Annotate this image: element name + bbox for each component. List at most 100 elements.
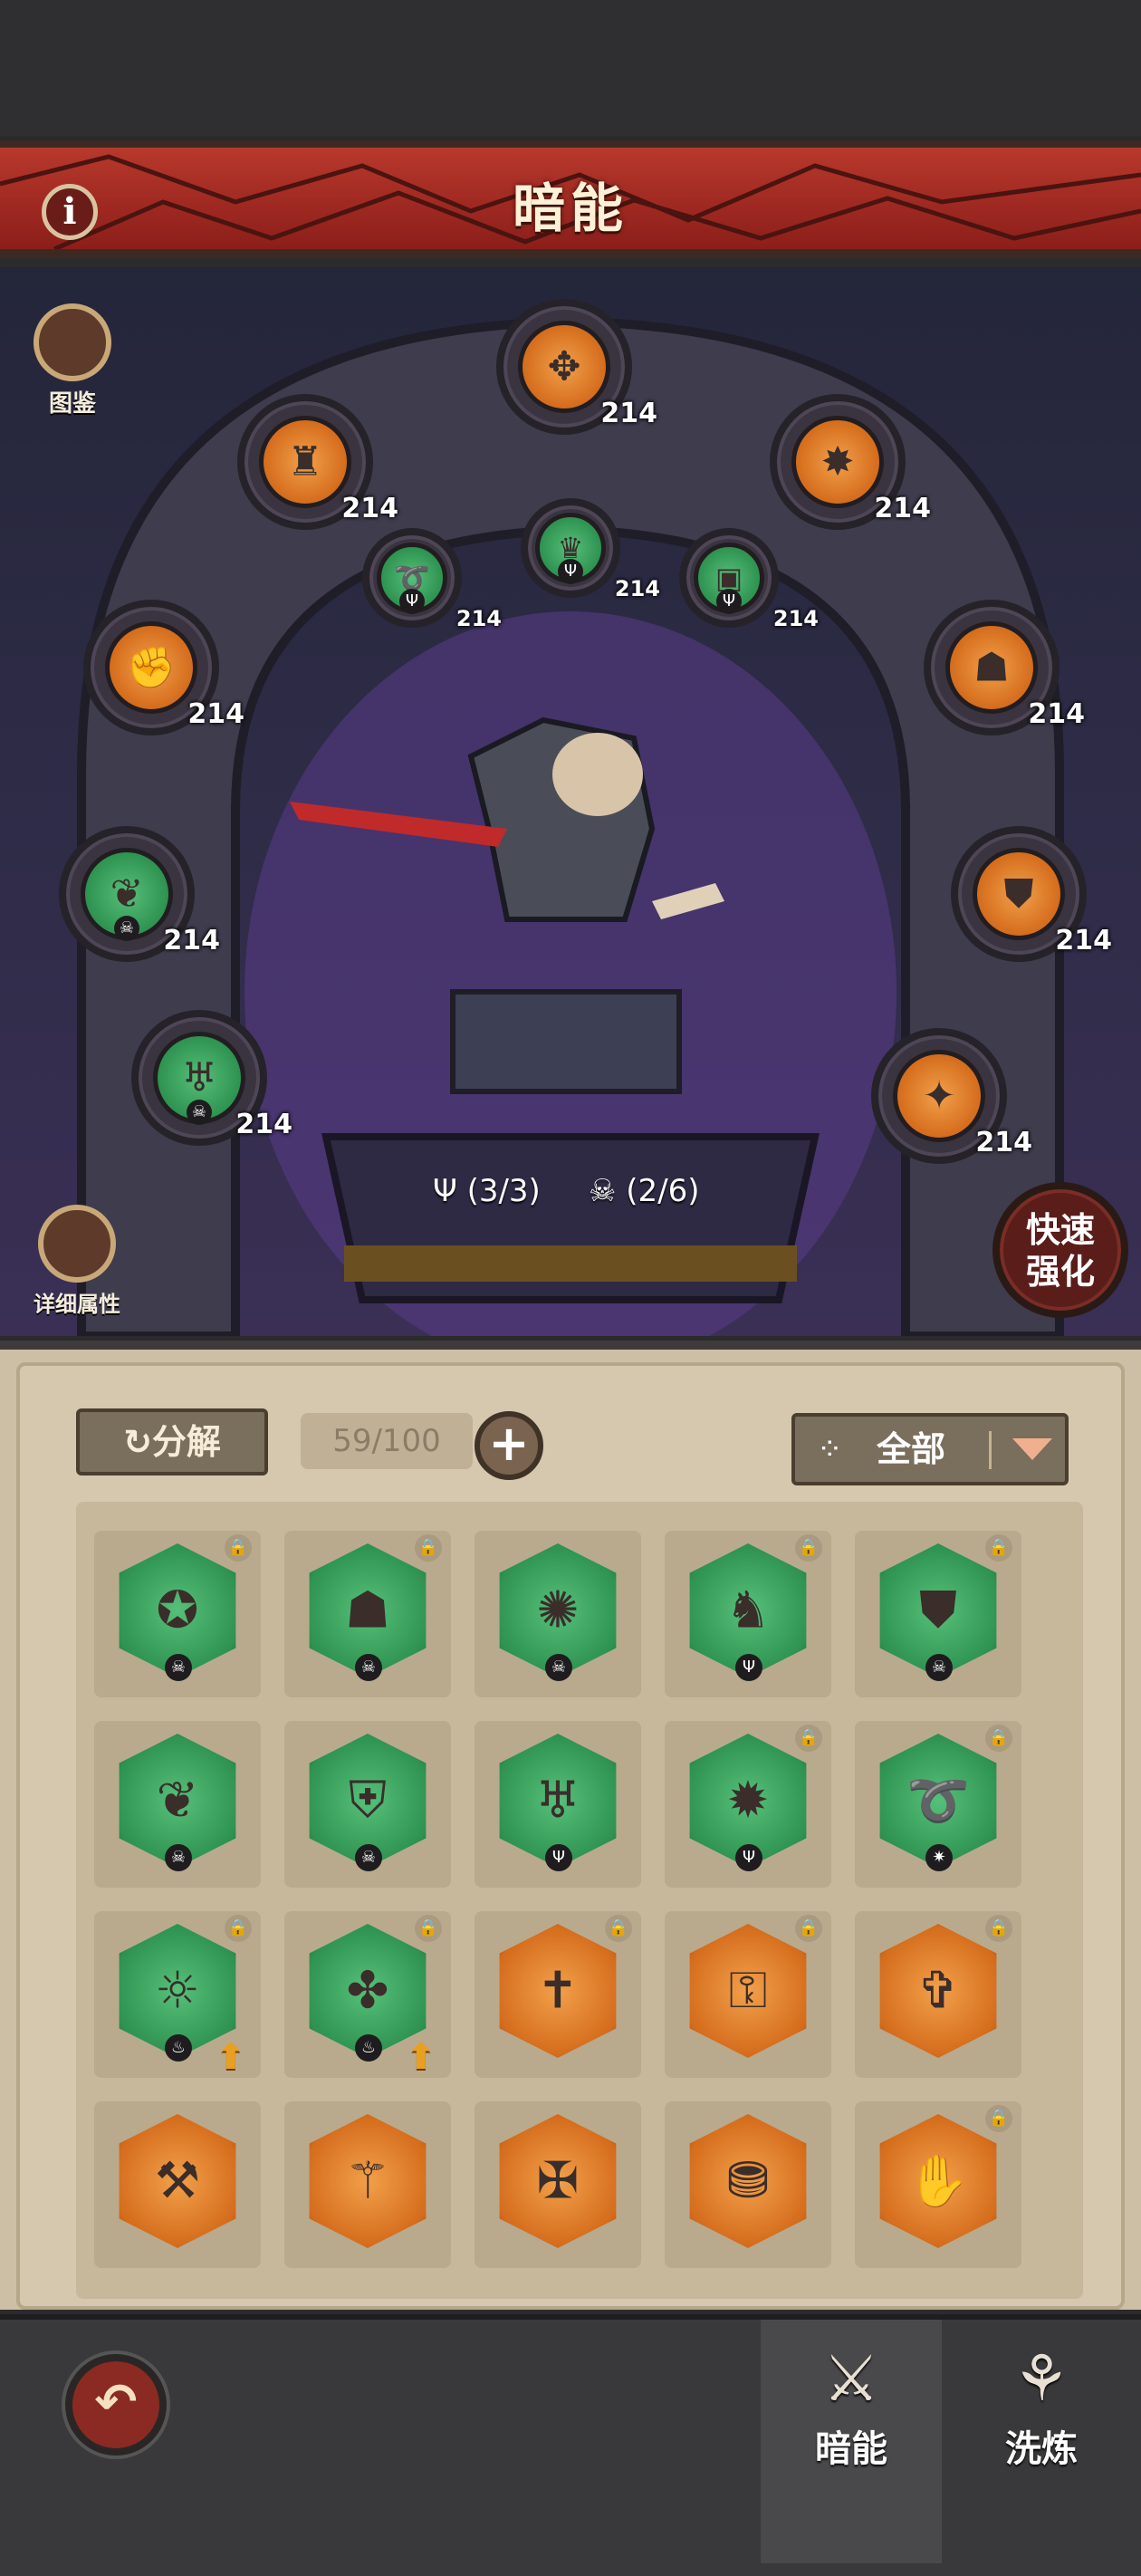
item-gem: ⚚ [309, 2114, 427, 2248]
tab-dark-energy[interactable]: ⚔ 暗能 [761, 2320, 942, 2563]
lock-icon[interactable]: 🔒 [795, 1534, 822, 1562]
lock-icon[interactable]: 🔒 [985, 1915, 1012, 1942]
inventory-item[interactable]: ➰ ✷ 🔒 [855, 1721, 1021, 1888]
slot-left[interactable]: ✊ 214 [83, 600, 244, 735]
slot-low-left[interactable]: ♅ ☠ 214 [131, 1010, 292, 1146]
details-button[interactable]: 详细属性 [18, 1205, 136, 1318]
inventory-item[interactable]: ♞ Ψ 🔒 [665, 1531, 831, 1697]
skull-set-icon: ☠ [187, 1100, 212, 1125]
slot-level: 214 [455, 606, 502, 631]
sword-icon: ⚔ [822, 2341, 880, 2416]
inventory-item[interactable]: ☗ ☠ 🔒 [284, 1531, 451, 1697]
dropdown-arrow-icon [1012, 1438, 1052, 1460]
upgrade-arrow-icon: ⬆ [216, 2036, 246, 2078]
back-arrow-icon: ↶ [94, 2373, 138, 2432]
inventory-item[interactable]: ⚿ 🔒 [665, 1911, 831, 2078]
inventory-item[interactable]: ⛊ ☠ 🔒 [855, 1531, 1021, 1697]
equipment-icon: ⛃ [726, 2151, 770, 2211]
equipment-icon: ⚿ [728, 1961, 768, 2020]
item-gem: ✝ [499, 1924, 617, 2058]
inventory-item[interactable]: ❦ ☠ [94, 1721, 261, 1888]
gauntlet-icon: ✊ [126, 645, 177, 691]
lock-icon[interactable]: 🔒 [795, 1725, 822, 1752]
tab-refine[interactable]: ⚘ 洗炼 [951, 2338, 1132, 2472]
slot-top[interactable]: ✥ 214 [496, 299, 657, 435]
cape-icon: ♅ [181, 1054, 217, 1101]
slot-right[interactable]: ☗ 214 [924, 600, 1085, 735]
equipment-icon: ⚚ [344, 2151, 391, 2211]
equipment-icon: ♅ [534, 1771, 581, 1831]
mask-icon: ☗ [973, 644, 1010, 691]
inventory-item[interactable]: ⛨ ☠ [284, 1721, 451, 1888]
set-tag-icon: ☠ [165, 1844, 192, 1871]
slot-inner-center[interactable]: ♛ Ψ 214 [521, 498, 660, 601]
quick-enhance-button[interactable]: 快速 强化 [992, 1182, 1128, 1318]
shield-icon: ✸ [820, 438, 855, 485]
grid-icon: ⁘ [817, 1431, 843, 1467]
slot-upper-left[interactable]: ♜ 214 [237, 394, 398, 530]
skull-icon: ☠ [589, 1173, 617, 1209]
equipment-icon: ☼ [154, 1961, 201, 2021]
lock-icon[interactable]: 🔒 [985, 1534, 1012, 1562]
inventory-item[interactable]: ✺ ☠ [475, 1531, 641, 1697]
slot-inner-right[interactable]: ▣ Ψ 214 [679, 528, 819, 631]
inventory-item[interactable]: ⚒ [94, 2101, 261, 2268]
inventory-item[interactable]: ✪ ☠ 🔒 [94, 1531, 261, 1697]
equipment-icon: ♞ [724, 1581, 772, 1640]
trident-set-count: Ψ (3/3) [433, 1173, 541, 1209]
lock-icon[interactable]: 🔒 [415, 1534, 442, 1562]
inventory-item[interactable]: ⚚ [284, 2101, 451, 2268]
filter-dropdown[interactable]: ⁘ 全部 [791, 1413, 1069, 1485]
item-gem: ⛃ [689, 2114, 807, 2248]
slot-mid-left[interactable]: ❦ ☠ 214 [59, 826, 220, 962]
equipment-icon: ✋ [906, 2152, 970, 2211]
inventory-item[interactable]: ✤ ♨ 🔒 ⬆ [284, 1911, 451, 2078]
lock-icon[interactable]: 🔒 [985, 2105, 1012, 2132]
inventory-item[interactable]: ✹ Ψ 🔒 [665, 1721, 831, 1888]
lock-icon[interactable]: 🔒 [415, 1915, 442, 1942]
slot-upper-right[interactable]: ✸ 214 [770, 394, 931, 530]
equipment-icon: ⛊ [919, 1581, 957, 1639]
lock-icon[interactable]: 🔒 [605, 1915, 632, 1942]
equipment-icon: ✞ [916, 1961, 960, 2021]
inventory-item[interactable]: ♅ Ψ [475, 1721, 641, 1888]
lock-icon[interactable]: 🔒 [225, 1534, 252, 1562]
bottom-navigation: ↶ ⚔ 暗能 ⚘ 洗炼 [0, 2314, 1141, 2576]
set-tag-icon: Ψ [545, 1844, 572, 1871]
lock-icon[interactable]: 🔒 [985, 1725, 1012, 1752]
slot-level: 214 [1055, 925, 1112, 956]
lock-icon[interactable]: 🔒 [795, 1915, 822, 1942]
slot-inner-left[interactable]: ➰ Ψ 214 [362, 528, 502, 631]
codex-button[interactable]: 图鉴 [18, 303, 127, 418]
slot-mid-right[interactable]: ⛊ 214 [951, 826, 1112, 962]
slot-level: 214 [163, 925, 220, 956]
inventory-item[interactable]: ✝ 🔒 [475, 1911, 641, 2078]
axe-icon: ✥ [547, 343, 581, 390]
expand-capacity-button[interactable]: + [475, 1411, 543, 1480]
inventory-item[interactable]: ⛃ [665, 2101, 831, 2268]
slot-level: 214 [341, 493, 398, 524]
stats-icon [38, 1205, 116, 1283]
helmet-icon: ♜ [287, 438, 323, 485]
slot-low-right[interactable]: ✦ 214 [871, 1028, 1032, 1164]
set-tag-icon: Ψ [735, 1654, 762, 1681]
dissolve-button[interactable]: ↻分解 [76, 1408, 268, 1475]
back-button[interactable]: ↶ [65, 2354, 167, 2456]
slot-level: 214 [235, 1109, 292, 1140]
inventory-item[interactable]: ✠ [475, 2101, 641, 2268]
inventory-item[interactable]: ☼ ♨ 🔒 ⬆ [94, 1911, 261, 2078]
skull-set-icon: ☠ [114, 916, 139, 941]
slot-level: 214 [614, 576, 660, 601]
inventory-item[interactable]: ✞ 🔒 [855, 1911, 1021, 2078]
equipment-icon: ✺ [536, 1581, 580, 1640]
slot-level: 214 [187, 698, 244, 730]
inventory-capacity: 59/100 [301, 1413, 473, 1469]
inventory-panel: ↻分解 59/100 + ⁘ 全部 ✪ ☠ 🔒 ☗ ☠ 🔒 ✺ ☠ ♞ Ψ 🔒 ⛊ ☠ 🔒 ❦ ☠ ⛨ ☠ ♅ Ψ ✹ Ψ… [0, 1341, 1141, 2310]
game-screen: i 暗能 ✥ 214 ♜ 214 ✸ 214 ✊ 214 ☗ 214 ❦ ☠ 2… [0, 0, 1141, 2576]
inventory-item[interactable]: ✋ 🔒 [855, 2101, 1021, 2268]
lock-icon[interactable]: 🔒 [225, 1915, 252, 1942]
equipment-icon: ⚒ [154, 2151, 201, 2211]
set-tag-icon: ☠ [355, 1654, 382, 1681]
set-tag-icon: ☠ [355, 1844, 382, 1871]
item-gem: ⚒ [119, 2114, 236, 2248]
